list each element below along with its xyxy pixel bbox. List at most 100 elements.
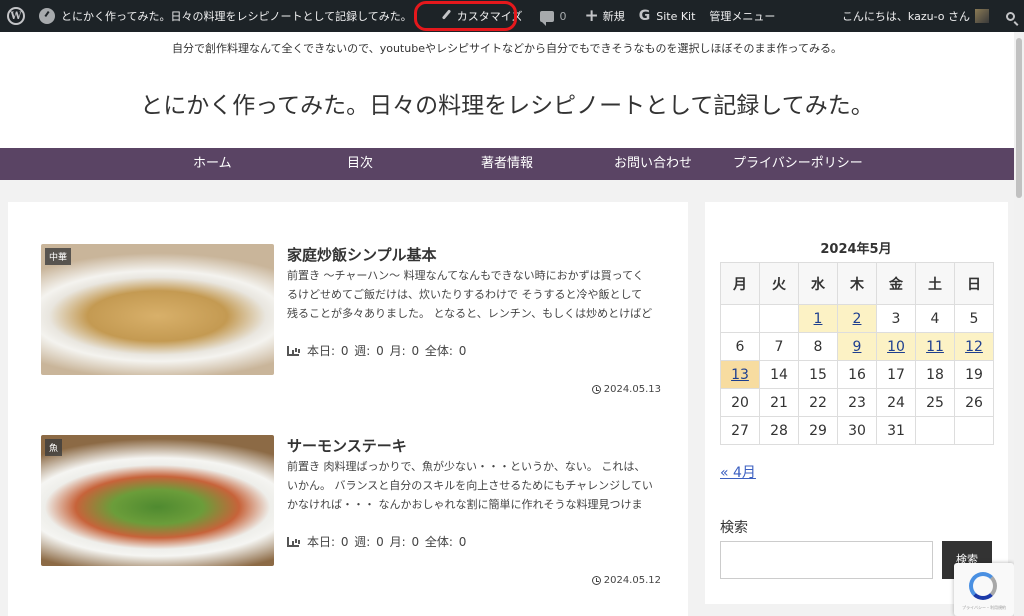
nav-item-privacy[interactable]: プライバシーポリシー <box>733 148 863 180</box>
post-title[interactable]: 家庭炒飯シンプル基本 <box>287 244 437 265</box>
calendar-day[interactable]: 9 <box>837 332 877 361</box>
calendar-caption: 2024年5月 <box>820 242 892 257</box>
calendar-day[interactable]: 13 <box>720 360 760 389</box>
calendar-day: 23 <box>837 388 877 417</box>
scrollbar-thumb[interactable] <box>1016 38 1022 198</box>
calendar-table: 月火水木金土日 1 2 3 4 5 6 7 8 9 10 11 12 13 14 15 16 17 18 19 20 2… <box>720 262 994 445</box>
site-tagline: 自分で創作料理なんて全くできないので、youtubeやレシピサイトなどから自分で… <box>172 42 842 55</box>
calendar-day: 16 <box>837 360 877 389</box>
calendar-empty-cell <box>915 416 955 445</box>
calendar-day[interactable]: 10 <box>876 332 916 361</box>
calendar-day: 31 <box>876 416 916 445</box>
calendar-prev-month-link[interactable]: « 4月 <box>720 462 756 482</box>
comments-count: 0 <box>559 9 567 23</box>
calendar-day: 26 <box>954 388 994 417</box>
admin-menu-link[interactable]: 管理メニュー <box>702 0 782 32</box>
calendar-day-number: 30 <box>848 422 866 439</box>
calendar-day-link[interactable]: 9 <box>853 339 862 355</box>
calendar-week: 27 28 29 30 31 <box>720 416 994 445</box>
clock-icon <box>591 385 601 394</box>
calendar-day-link[interactable]: 2 <box>853 311 862 327</box>
wordpress-menu[interactable]: W <box>0 0 32 32</box>
calendar-day: 18 <box>915 360 955 389</box>
calendar-week: 20 21 22 23 24 25 26 <box>720 388 994 417</box>
nav-item-home[interactable]: ホーム <box>193 148 232 180</box>
nav-item-author[interactable]: 著者情報 <box>481 148 533 180</box>
comments-link[interactable]: 0 <box>533 0 573 32</box>
calendar-day-number: 23 <box>848 394 866 411</box>
calendar-day-number: 31 <box>887 422 905 439</box>
calendar-day: 4 <box>915 304 955 333</box>
my-account-menu[interactable]: こんにちは、kazu-o さん <box>835 0 996 32</box>
nav-item-contact[interactable]: お問い合わせ <box>614 148 692 180</box>
calendar-day: 20 <box>720 388 760 417</box>
admin-bar-site-title: とにかく作ってみた。日々の料理をレシピノートとして記録してみた。 <box>61 10 412 23</box>
calendar-day-number: 4 <box>930 310 940 327</box>
new-content-menu[interactable]: + 新規 <box>577 0 631 32</box>
recaptcha-badge[interactable]: プライバシー・利用規約 <box>954 563 1014 616</box>
calendar-day-number: 8 <box>813 338 823 355</box>
calendar-day-number: 15 <box>809 366 827 383</box>
calendar-weekday: 土 <box>915 262 955 305</box>
post-snippet: 前置き 肉料理ばっかりで、魚が少ない・・・というか、ない。 これは、いかん。 バ… <box>287 460 653 511</box>
calendar-day-number: 18 <box>926 366 944 383</box>
calendar-day-link[interactable]: 1 <box>814 311 823 327</box>
calendar-day: 21 <box>759 388 799 417</box>
recaptcha-icon <box>969 572 997 600</box>
post-date: 2024.05.12 <box>591 575 661 586</box>
calendar-day[interactable]: 11 <box>915 332 955 361</box>
calendar-day-number: 26 <box>965 394 983 411</box>
calendar-day: 25 <box>915 388 955 417</box>
calendar-empty-cell <box>759 304 799 333</box>
post-snippet: 前置き 〜チャーハン〜 料理なんてなんもできない時におかずは買ってくるけどせめて… <box>287 269 653 320</box>
search-icon <box>1005 11 1015 21</box>
nav-item-toc[interactable]: 目次 <box>347 148 373 180</box>
calendar-day-link[interactable]: 13 <box>731 367 749 383</box>
calendar-day-number: 28 <box>770 422 788 439</box>
greeting-text: こんにちは、kazu-o さん <box>841 10 970 23</box>
sidebar: 2024年5月 月火水木金土日 1 2 3 4 5 6 7 8 9 10 11 12 13 14 15 16 1… <box>705 202 1008 616</box>
admin-bar-right: こんにちは、kazu-o さん <box>835 0 1024 32</box>
post-thumbnail[interactable]: 中華 <box>41 244 274 375</box>
calendar-day: 8 <box>798 332 838 361</box>
calendar-day-number: 5 <box>969 310 979 327</box>
calendar-day[interactable]: 1 <box>798 304 838 333</box>
site-title[interactable]: とにかく作ってみた。日々の料理をレシピノートとして記録してみた。 <box>0 86 1014 120</box>
calendar-day-link[interactable]: 10 <box>887 339 905 355</box>
calendar-day-number: 20 <box>731 394 749 411</box>
calendar-day-number: 19 <box>965 366 983 383</box>
wordpress-logo-icon: W <box>7 7 25 25</box>
calendar-weekday: 火 <box>759 262 799 305</box>
calendar-day-number: 29 <box>809 422 827 439</box>
calendar-day-number: 6 <box>735 338 745 355</box>
calendar-weekday: 日 <box>954 262 994 305</box>
post-card[interactable]: 中華 家庭炒飯シンプル基本 前置き 〜チャーハン〜 料理なんてなんもできない時に… <box>41 244 661 404</box>
search-widget-title: 検索 <box>720 520 748 536</box>
page-scrollbar[interactable] <box>1014 32 1024 616</box>
calendar-day: 28 <box>759 416 799 445</box>
calendar-day: 29 <box>798 416 838 445</box>
calendar-day: 15 <box>798 360 838 389</box>
site-header: 自分で創作料理なんて全くできないので、youtubeやレシピサイトなどから自分で… <box>0 32 1014 148</box>
category-label: 魚 <box>45 439 63 456</box>
recaptcha-text: プライバシー・利用規約 <box>962 605 1006 610</box>
calendar-day[interactable]: 12 <box>954 332 994 361</box>
calendar-day[interactable]: 2 <box>837 304 877 333</box>
calendar-day: 7 <box>759 332 799 361</box>
calendar-day-number: 7 <box>774 338 784 355</box>
admin-search-button[interactable] <box>996 0 1024 32</box>
search-input[interactable] <box>720 541 933 579</box>
calendar-day-link[interactable]: 12 <box>965 339 983 355</box>
site-name-menu[interactable]: とにかく作ってみた。日々の料理をレシピノートとして記録してみた。 <box>32 0 419 32</box>
calendar-week: 1 2 3 4 5 <box>720 304 994 333</box>
post-date-text: 2024.05.13 <box>603 384 661 395</box>
calendar-day: 3 <box>876 304 916 333</box>
post-stats: 本日: 0 週: 0 月: 0 全体: 0 <box>287 533 466 550</box>
calendar-day: 30 <box>837 416 877 445</box>
sitekit-menu[interactable]: G Site Kit <box>632 0 703 32</box>
calendar-day-link[interactable]: 11 <box>926 339 944 355</box>
post-card[interactable]: 魚 サーモンステーキ 前置き 肉料理ばっかりで、魚が少ない・・・というか、ない。… <box>41 435 661 595</box>
post-thumbnail[interactable]: 魚 <box>41 435 274 566</box>
calendar-day: 27 <box>720 416 760 445</box>
post-title[interactable]: サーモンステーキ <box>287 435 407 456</box>
